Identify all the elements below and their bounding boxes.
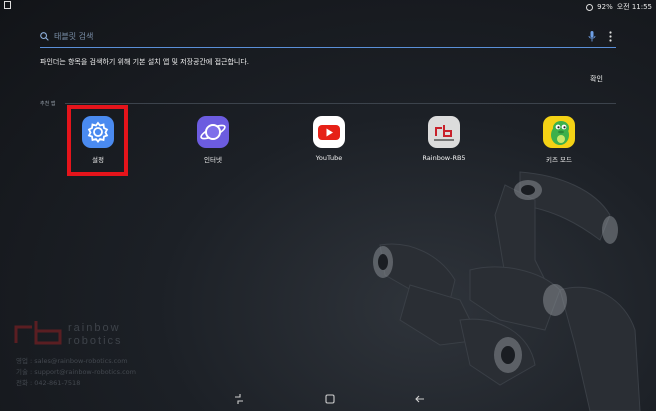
brand-line-1: rainbow [68, 322, 121, 334]
permission-notice: 파인더는 항목을 검색하기 위해 기본 설치 앱 및 저장공간에 접근합니다. [40, 58, 250, 66]
clock: 오전 11:55 [616, 3, 652, 11]
rainbow-rb-logo-icon [428, 116, 460, 148]
youtube-play-icon [313, 116, 345, 148]
app-internet[interactable]: 인터넷 [168, 116, 258, 164]
home-icon[interactable] [324, 393, 336, 405]
app-kids-mode[interactable]: 키즈 모드 [514, 116, 604, 164]
app-label-rainbow-rb5: Rainbow-RB5 [422, 154, 466, 162]
mic-icon[interactable] [588, 31, 596, 42]
search-input[interactable]: 태블릿 검색 [54, 31, 93, 42]
brand-line-2: robotics [68, 335, 123, 347]
contact-sales: 영업 : sales@rainbow-robotics.com [16, 357, 128, 365]
rainbow-robotics-logo: rainbow robotics [14, 317, 144, 351]
battery-percent: 92% [597, 3, 613, 11]
app-label-youtube: YouTube [315, 154, 343, 162]
contact-support: 기술 : support@rainbow-robotics.com [16, 368, 136, 376]
screenshot-icon [4, 1, 11, 9]
app-youtube[interactable]: YouTube [284, 116, 374, 162]
kids-dinosaur-icon [543, 116, 575, 148]
app-label-internet: 인터넷 [204, 156, 222, 164]
confirm-button[interactable]: 확인 [590, 74, 603, 84]
status-right: 92% 오전 11:55 [586, 2, 652, 12]
app-label-kids-mode: 키즈 모드 [546, 156, 572, 164]
search-bar[interactable]: 태블릿 검색 [40, 29, 616, 48]
status-bar: 92% 오전 11:55 [0, 0, 656, 12]
alarm-icon [586, 3, 594, 11]
recommended-apps-label: 추천 앱 [40, 101, 56, 107]
more-options-icon[interactable] [609, 31, 612, 42]
recent-apps-icon[interactable] [233, 393, 245, 405]
internet-planet-icon [197, 116, 229, 148]
settings-highlight-box [67, 105, 128, 176]
contact-phone: 전화 : 042-861-7518 [16, 379, 81, 387]
section-divider [65, 103, 616, 104]
app-rainbow-rb5[interactable]: Rainbow-RB5 [399, 116, 489, 162]
search-icon [40, 32, 49, 41]
back-icon[interactable] [414, 393, 426, 405]
